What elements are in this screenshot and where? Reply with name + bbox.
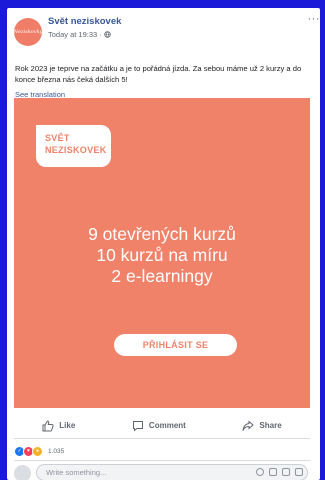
signup-button[interactable]: PŘIHLÁSIT SE bbox=[114, 334, 237, 356]
post-meta: Today at 19:33 · bbox=[48, 30, 111, 39]
like-label: Like bbox=[59, 421, 76, 430]
share-button[interactable]: Share bbox=[242, 419, 282, 432]
image-headline: 9 otevřených kurzů 10 kurzů na míru 2 e-… bbox=[14, 224, 310, 287]
comment-input[interactable]: Write something... bbox=[36, 464, 308, 480]
page-name-link[interactable]: Svět neziskovek bbox=[48, 16, 121, 27]
camera-icon[interactable] bbox=[269, 468, 277, 476]
thumbs-up-icon bbox=[42, 419, 54, 431]
reaction-icons: ✓ ♥ ● bbox=[14, 445, 43, 457]
comment-label: Comment bbox=[148, 421, 186, 430]
post-timestamp[interactable]: Today at 19:33 · bbox=[48, 30, 104, 39]
share-icon bbox=[242, 419, 255, 431]
gif-icon[interactable] bbox=[282, 468, 290, 476]
wow-reaction-icon: ● bbox=[32, 445, 43, 457]
user-avatar bbox=[14, 465, 31, 480]
like-button[interactable]: Like bbox=[42, 419, 76, 432]
comment-placeholder: Write something... bbox=[46, 468, 107, 477]
more-options-button[interactable]: ··· bbox=[308, 13, 321, 25]
logo-line-2: NEZISKOVEK bbox=[45, 145, 107, 155]
reaction-count: 1.035 bbox=[48, 447, 65, 455]
post-header: Neziskovky Svět neziskovek Today at 19:3… bbox=[7, 8, 320, 48]
page-avatar[interactable]: Neziskovky bbox=[14, 18, 42, 46]
comment-button[interactable]: Comment bbox=[132, 420, 186, 432]
headline-line: 2 e-learningy bbox=[111, 266, 213, 286]
globe-icon bbox=[104, 31, 111, 38]
comment-row: Write something... bbox=[14, 460, 310, 480]
comment-tools bbox=[256, 468, 303, 476]
emoji-icon[interactable] bbox=[256, 468, 264, 476]
reactions-summary[interactable]: ✓ ♥ ● 1.035 bbox=[14, 445, 64, 457]
headline-line: 10 kurzů na míru bbox=[96, 245, 228, 265]
share-label: Share bbox=[259, 421, 282, 430]
headline-line: 9 otevřených kurzů bbox=[88, 224, 236, 244]
post-text: Rok 2023 je teprve na začátku a je to po… bbox=[15, 64, 302, 84]
action-bar: Like Comment Share bbox=[14, 413, 310, 439]
post-card: Neziskovky Svět neziskovek Today at 19:3… bbox=[7, 8, 320, 480]
post-image[interactable]: SVĚT NEZISKOVEK 9 otevřených kurzů 10 ku… bbox=[14, 98, 310, 408]
logo-line-1: SVĚT bbox=[45, 133, 70, 143]
sticker-icon[interactable] bbox=[295, 468, 303, 476]
image-logo: SVĚT NEZISKOVEK bbox=[36, 125, 111, 167]
comment-icon bbox=[132, 420, 143, 432]
avatar-logo-text: Neziskovky bbox=[13, 29, 43, 35]
